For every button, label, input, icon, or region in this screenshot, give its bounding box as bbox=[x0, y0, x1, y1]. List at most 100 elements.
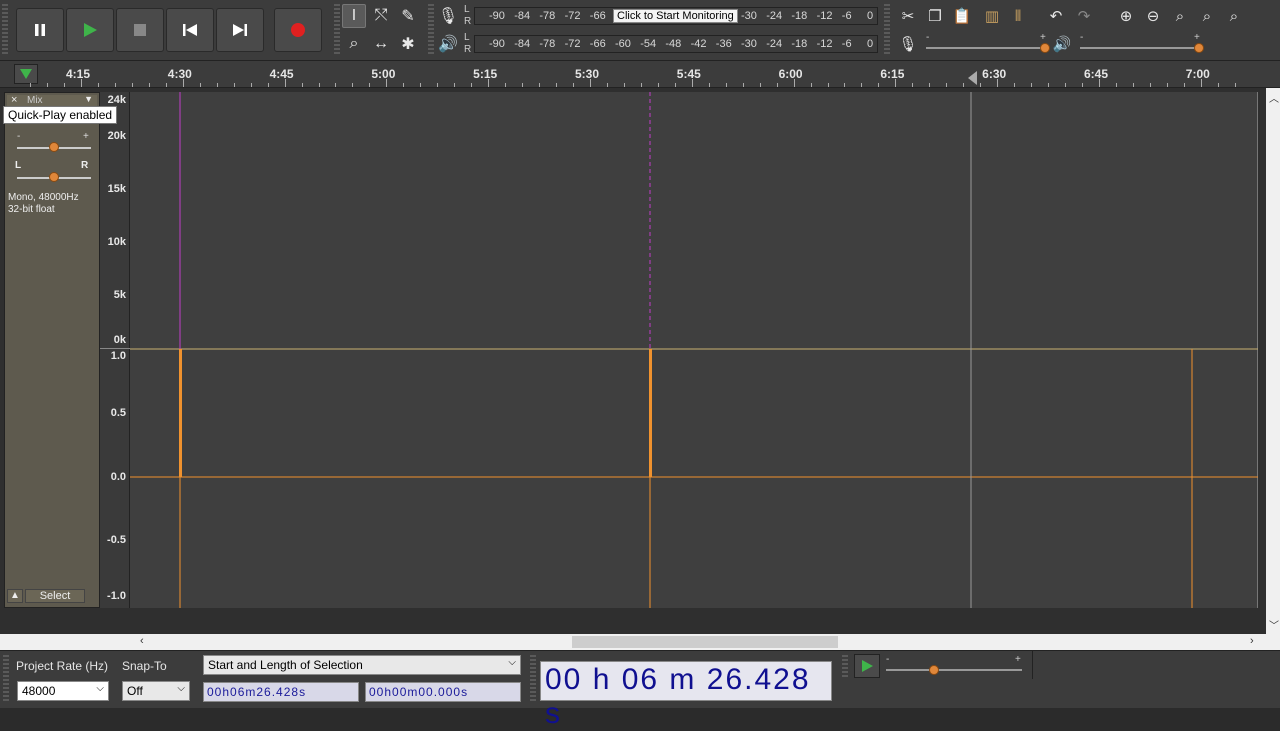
track-close-button[interactable]: × bbox=[11, 94, 17, 106]
timeline-ruler[interactable]: 4:15 4:30 4:45 5:00 5:15 5:30 5:45 6:00 6:15 6:30… bbox=[0, 60, 1280, 88]
ruler-tick bbox=[1217, 83, 1219, 87]
silence-icon: ⦀ bbox=[1014, 7, 1022, 25]
scroll-up-chevron-icon[interactable]: ︿ bbox=[1269, 90, 1279, 105]
ruler-tick bbox=[725, 83, 727, 87]
skip-to-start-button[interactable] bbox=[166, 8, 214, 52]
pause-icon bbox=[35, 24, 45, 36]
ruler-tick bbox=[624, 83, 625, 87]
ruler-tick bbox=[115, 83, 116, 87]
toolbar-grip[interactable] bbox=[2, 4, 8, 56]
ruler-tick bbox=[403, 83, 405, 87]
audio-position-display[interactable]: 00 h 06 m 26.428 s bbox=[540, 661, 832, 730]
vertical-scrollbar[interactable]: ︿ ﹀ bbox=[1266, 88, 1280, 634]
draw-tool-button[interactable]: ✎ bbox=[396, 4, 420, 28]
scroll-right-chevron-icon[interactable]: › bbox=[1250, 635, 1254, 647]
scroll-left-chevron-icon[interactable]: ‹ bbox=[140, 635, 144, 647]
play-speed-slider[interactable] bbox=[886, 669, 1022, 671]
gain-knob[interactable] bbox=[49, 142, 59, 152]
ruler-tick bbox=[793, 79, 795, 87]
record-meter[interactable]: Click to Start Monitoring -90 -84 -78 -72 -6… bbox=[474, 7, 878, 25]
horizontal-scroll-thumb[interactable] bbox=[572, 636, 838, 648]
ruler-tick-label: 5:15 bbox=[473, 67, 498, 81]
pan-knob[interactable] bbox=[49, 172, 59, 182]
play-volume-max: + bbox=[1194, 32, 1200, 43]
collapse-track-button[interactable]: ▲ bbox=[7, 589, 23, 603]
toolbar-grip[interactable] bbox=[842, 655, 848, 679]
zoom-out-button[interactable]: ⊖ bbox=[1141, 4, 1165, 28]
playback-volume-knob[interactable] bbox=[1194, 43, 1204, 53]
chevron-down-icon: ⌵ bbox=[177, 683, 185, 694]
zoom-toggle-button[interactable]: ⌕ bbox=[1222, 4, 1246, 28]
play-volume-min: - bbox=[1080, 32, 1084, 43]
track-canvas[interactable] bbox=[130, 92, 1258, 608]
ruler-tick bbox=[1116, 83, 1117, 87]
track-control-panel[interactable]: × Mix ▼ - + L R Mono, 48000Hz 32-bit flo… bbox=[4, 92, 100, 608]
track-menu-chevron-down-icon[interactable]: ▼ bbox=[84, 94, 93, 104]
ruler-tick bbox=[556, 83, 557, 87]
silence-button[interactable]: ⦀ bbox=[1006, 4, 1030, 28]
ruler-tick bbox=[912, 83, 914, 87]
selection-length-field[interactable]: 00h00m00.000s bbox=[365, 682, 521, 702]
paste-button[interactable]: 📋 bbox=[950, 4, 974, 28]
envelope-tool-button[interactable]: ⤲ bbox=[369, 4, 393, 28]
record-volume-knob[interactable] bbox=[1040, 43, 1050, 53]
horizontal-scrollbar[interactable]: ‹ › bbox=[0, 634, 1280, 650]
play-button[interactable] bbox=[66, 8, 114, 52]
toolbar-grip[interactable] bbox=[884, 4, 890, 56]
scroll-down-chevron-icon[interactable]: ﹀ bbox=[1269, 617, 1279, 632]
toolbar-grip[interactable] bbox=[3, 655, 9, 703]
track-display[interactable] bbox=[130, 92, 1258, 608]
ruler-tick bbox=[284, 79, 286, 87]
time-shift-tool-button[interactable]: ↔ bbox=[369, 32, 393, 56]
zoom-tool-button[interactable]: ⌕ bbox=[342, 32, 366, 56]
ruler-tick bbox=[488, 79, 490, 87]
meter-tick-label: -78 bbox=[539, 38, 556, 50]
fit-selection-button[interactable]: ⌕ bbox=[1168, 4, 1192, 28]
ruler-tick bbox=[1065, 83, 1066, 87]
playback-meter[interactable]: -90 -84 -78 -72 -66 -60 -54 -48 -42 -36 -30 -24 -18-… bbox=[474, 35, 878, 53]
vertical-scale[interactable]: 24k 20k 15k 10k 5k 0k 1.0 0.5 0.0 -0.5 -1.0 bbox=[100, 92, 130, 608]
meter-tick-label: -72 bbox=[564, 38, 581, 50]
select-track-button[interactable]: Select bbox=[25, 589, 85, 603]
toolbar-grip[interactable] bbox=[334, 4, 340, 56]
toolbar-grip[interactable] bbox=[530, 655, 536, 703]
selection-mode-select[interactable]: Start and Length of Selection ⌵ bbox=[203, 655, 521, 675]
record-button[interactable] bbox=[274, 8, 322, 52]
redo-icon: ↷ bbox=[1077, 8, 1091, 25]
play-meter-button[interactable]: 🔊 bbox=[436, 32, 460, 56]
ruler-tick bbox=[861, 83, 863, 87]
snap-to-value: Off bbox=[127, 684, 143, 698]
pause-button[interactable] bbox=[16, 8, 64, 52]
stop-button[interactable] bbox=[116, 8, 164, 52]
start-monitoring-prompt[interactable]: Click to Start Monitoring bbox=[613, 9, 738, 23]
play-at-speed-button[interactable] bbox=[854, 654, 880, 678]
ruler-tick bbox=[267, 83, 269, 87]
meter-tick-label: -30 bbox=[741, 10, 757, 22]
record-meter-button[interactable]: 🎙 bbox=[436, 4, 460, 28]
track-name[interactable]: Mix bbox=[27, 95, 43, 106]
selection-tool-button[interactable]: I bbox=[342, 4, 366, 28]
multi-tool-button[interactable]: ✱ bbox=[396, 32, 420, 56]
selection-start-field[interactable]: 00h06m26.428s bbox=[203, 682, 359, 702]
play-icon bbox=[84, 23, 97, 37]
quick-play-toggle[interactable] bbox=[14, 64, 38, 84]
record-volume-slider[interactable] bbox=[926, 47, 1046, 49]
zoom-in-button[interactable]: ⊕ bbox=[1114, 4, 1138, 28]
snap-to-select[interactable]: Off ⌵ bbox=[122, 681, 190, 701]
project-rate-select[interactable]: 48000 ⌵ bbox=[17, 681, 109, 701]
trim-button[interactable]: ▥ bbox=[980, 4, 1004, 28]
meter-tick-label: -24 bbox=[766, 10, 783, 22]
cut-button[interactable]: ✂ bbox=[896, 4, 920, 28]
ruler-tick bbox=[640, 83, 642, 87]
playback-volume-slider[interactable] bbox=[1080, 47, 1200, 49]
toolbar-grip[interactable] bbox=[428, 4, 434, 56]
undo-button[interactable]: ↶ bbox=[1044, 4, 1068, 28]
ruler-tick bbox=[64, 83, 65, 87]
play-speed-knob[interactable] bbox=[928, 665, 939, 675]
fit-project-button[interactable]: ⌕ bbox=[1195, 4, 1219, 28]
skip-to-end-button[interactable] bbox=[216, 8, 264, 52]
copy-button[interactable]: ❐ bbox=[923, 4, 947, 28]
ruler-tick-label: 6:30 bbox=[982, 67, 1007, 81]
ruler-tick bbox=[1048, 83, 1049, 87]
spectral-scale-label: 10k bbox=[107, 236, 126, 248]
